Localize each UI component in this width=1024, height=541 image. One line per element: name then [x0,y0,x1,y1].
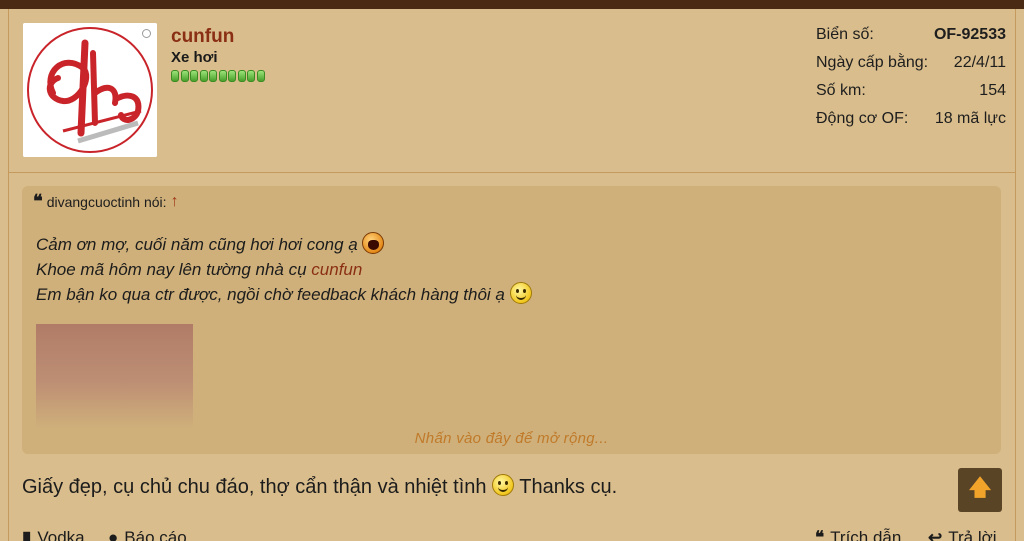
avatar-logo [23,23,157,157]
username[interactable]: cunfun [171,26,234,48]
stat-engine: Động cơ OF: 18 mã lực [816,105,1006,133]
smile-icon [509,282,532,304]
message-text: Giấy đẹp, cụ chủ chu đáo, thợ cẩn thận v… [22,476,487,498]
user-title: Xe hơi [171,49,218,66]
stat-value: 18 mã lực [934,110,1006,127]
quote-line: Cảm ơn mợ, cuối năm cũng hơi hơi cong ạ [36,232,532,258]
report-icon: ● [108,528,119,541]
reputation-pip [237,70,246,82]
reputation-pip [256,70,265,82]
quote-button[interactable]: ❝ Trích dẫn [815,528,901,541]
reputation-pip [180,70,189,82]
quote-line-text: Cảm ơn mợ, cuối năm cũng hơi hơi cong ạ [36,235,358,254]
post-message: Giấy đẹp, cụ chủ chu đáo, thợ cẩn thận v… [22,474,617,499]
arrow-up-icon: 🡅 [968,475,992,500]
quote-line-text: Khoe mã hôm nay lên tường nhà cụ [36,259,312,279]
user-stats: Biển số: OF-92533 Ngày cấp bằng: 22/4/11… [816,21,1006,133]
quote-icon: ❝ [33,191,43,212]
quote-line: Em bận ko qua ctr được, ngồi chờ feedbac… [36,282,532,308]
post-actions-bar: ▮ Vodka ● Báo cáo ❝ Trích dẫn ↩ Trả lời [0,528,1024,541]
message-text: Thanks cụ. [519,476,618,498]
jump-to-quote-icon[interactable]: ↑ [171,193,179,211]
vodka-button[interactable]: ▮ Vodka [22,528,85,541]
quote-label: Trích dẫn [830,528,902,541]
reply-label: Trả lời [948,528,997,541]
stat-posts: Số km: 154 [816,77,1006,105]
top-bar [0,0,1024,9]
smile-icon [492,474,515,496]
quote-reply-icon: ❝ [815,528,825,541]
avatar[interactable] [23,23,157,157]
vodka-icon: ▮ [22,528,32,541]
stat-value: 154 [979,82,1006,99]
scroll-to-top-button[interactable]: 🡅 [958,468,1002,512]
reputation-pip [209,70,217,82]
stat-value: 22/4/11 [953,54,1006,71]
reputation-pip [190,70,198,82]
user-info-block: cunfun Xe hơi Biển số: OF-92533 Ngày cấp… [8,9,1016,173]
report-label: Báo cáo [124,528,187,541]
user-mention-link[interactable]: cunfun [311,260,362,279]
vodka-label: Vodka [37,528,85,541]
reputation-bar [171,70,265,82]
reply-button[interactable]: ↩ Trả lời [928,528,997,541]
stat-join-date: Ngày cấp bằng: 22/4/11 [816,49,1006,77]
stat-label: Biển số: [816,26,874,43]
reputation-pip [199,70,208,82]
reputation-pip [171,70,179,82]
reputation-pip [218,70,227,82]
shocked-smiley-icon [362,232,385,254]
stat-label: Ngày cấp bằng: [816,54,929,71]
online-status-indicator [142,29,151,38]
quote-content: Cảm ơn mợ, cuối năm cũng hơi hơi cong ạ … [36,232,532,308]
quote-line-text: Em bận ko qua ctr được, ngồi chờ feedbac… [36,285,505,304]
reply-icon: ↩ [928,528,943,541]
stat-plate: Biển số: OF-92533 [816,21,1006,49]
quoted-image-thumbnail[interactable] [36,324,193,429]
stat-value: OF-92533 [933,26,1006,43]
quote-author: divangcuoctinh nói: [46,194,167,210]
reputation-pip [247,70,255,82]
quote-header: ❝ divangcuoctinh nói: ↑ [33,193,179,211]
expand-quote-link[interactable]: Nhấn vào đây để mở rộng... [22,430,1001,447]
stat-label: Số km: [816,82,866,99]
quote-line: Khoe mã hôm nay lên tường nhà cụ cunfun [36,258,532,283]
stat-label: Động cơ OF: [816,110,909,127]
reputation-pip [228,70,236,82]
report-button[interactable]: ● Báo cáo [108,528,187,541]
